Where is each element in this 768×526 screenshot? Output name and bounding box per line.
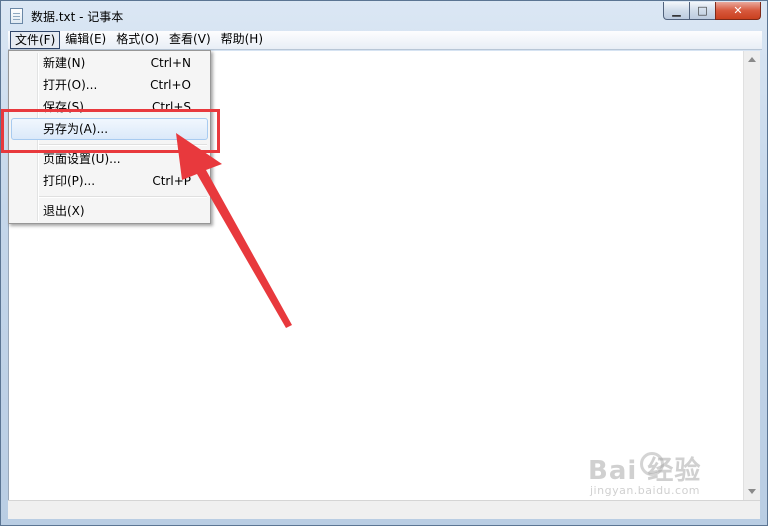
annotation-highlight-box xyxy=(1,109,220,153)
menu-view[interactable]: 查看(V) xyxy=(164,31,216,49)
scroll-up-arrow-icon[interactable] xyxy=(748,57,756,62)
window-title: 数据.txt - 记事本 xyxy=(31,10,124,24)
menu-item-shortcut: Ctrl+O xyxy=(150,78,191,92)
close-button[interactable]: ✕ xyxy=(715,2,761,20)
menu-item-shortcut: Ctrl+N xyxy=(150,56,191,70)
maximize-icon: □ xyxy=(697,4,708,17)
menu-item-shortcut: Ctrl+P xyxy=(152,174,191,188)
menu-item-new[interactable]: 新建(N) Ctrl+N xyxy=(11,52,208,74)
menu-item-print[interactable]: 打印(P)... Ctrl+P xyxy=(11,170,208,192)
menu-item-label: 打开(O)... xyxy=(43,78,98,92)
title-bar[interactable]: 数据.txt - 记事本 ▁ □ ✕ xyxy=(1,1,767,31)
maximize-button[interactable]: □ xyxy=(689,2,716,20)
menu-item-label: 新建(N) xyxy=(43,56,86,70)
scroll-down-arrow-icon[interactable] xyxy=(748,489,756,494)
baidu-paw-icon xyxy=(640,452,664,476)
menu-file[interactable]: 文件(F) xyxy=(10,31,61,49)
minimize-icon: ▁ xyxy=(672,4,681,17)
menu-item-label: 打印(P)... xyxy=(43,174,96,188)
close-icon: ✕ xyxy=(733,4,743,17)
menu-item-open[interactable]: 打开(O)... Ctrl+O xyxy=(11,74,208,96)
menu-item-label: 退出(X) xyxy=(43,204,85,218)
minimize-button[interactable]: ▁ xyxy=(663,2,690,20)
menu-format[interactable]: 格式(O) xyxy=(111,31,164,49)
menu-item-exit[interactable]: 退出(X) xyxy=(11,200,208,222)
notepad-icon[interactable] xyxy=(10,8,23,24)
status-bar xyxy=(8,500,760,519)
watermark: Bai 经验 jingyan.baidu.com xyxy=(588,450,738,500)
vertical-scrollbar[interactable] xyxy=(743,51,760,500)
menu-bar: 文件(F) 编辑(E) 格式(O) 查看(V) 帮助(H) xyxy=(8,31,762,50)
menu-edit[interactable]: 编辑(E) xyxy=(60,31,111,49)
menu-help[interactable]: 帮助(H) xyxy=(216,31,268,49)
menu-separator xyxy=(39,196,207,198)
window-controls: ▁ □ ✕ xyxy=(663,2,761,22)
watermark-url: jingyan.baidu.com xyxy=(590,484,701,497)
